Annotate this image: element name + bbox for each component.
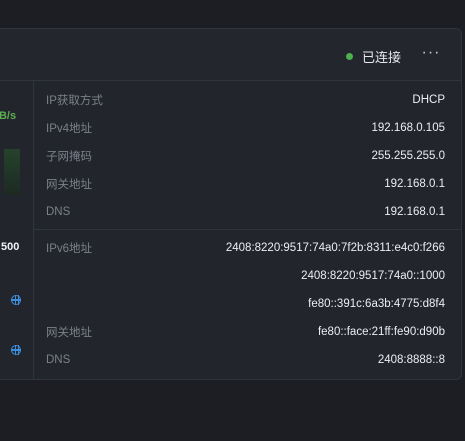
connection-status-label: 已连接: [361, 50, 401, 65]
ipv6-address-row: 2408:8220:9517:74a0::1000: [46, 266, 445, 286]
speed-unit-label: KB/s: [0, 110, 17, 122]
ipv4-address-value: 192.168.0.105: [371, 122, 445, 134]
speed-bar: [4, 149, 20, 195]
ipv6-dns-row: DNS 2408:8888::8: [46, 350, 445, 370]
ip-method-value: DHCP: [412, 94, 445, 106]
ipv6-address-value: fe80::391c:6a3b:4775:d8f4: [308, 298, 445, 310]
ipv6-gateway-label: 网关地址: [46, 327, 92, 339]
ipv4-dns-value: 192.168.0.1: [384, 206, 445, 218]
ipv6-dns-label: DNS: [46, 354, 71, 366]
card-header: 已连接 ···: [0, 29, 461, 81]
ip-method-label: IP获取方式: [46, 95, 103, 107]
subnet-mask-row: 子网掩码 255.255.255.0: [46, 146, 445, 166]
section-divider: [34, 229, 461, 230]
subnet-mask-label: 子网掩码: [46, 151, 92, 163]
traffic-panel: KB/s 500: [0, 81, 34, 379]
ipv4-gateway-row: 网关地址 192.168.0.1: [46, 174, 445, 194]
ip-details-panel: IP获取方式 DHCP IPv4地址 192.168.0.105 子网掩码 25…: [34, 81, 461, 379]
ipv6-address-row: IPv6地址 2408:8220:9517:74a0:7f2b:8311:e4c…: [46, 238, 445, 258]
more-horizontal-icon: ···: [421, 44, 441, 61]
traffic-count: 500: [1, 241, 20, 253]
ipv6-gateway-value: fe80::face:21ff:fe90:d90b: [317, 326, 445, 338]
ip-method-row: IP获取方式 DHCP: [46, 90, 445, 110]
connection-status: 已连接: [345, 47, 401, 66]
ipv4-dns-label: DNS: [46, 206, 71, 218]
globe-icon[interactable]: [11, 295, 21, 305]
ipv6-address-value: 2408:8220:9517:74a0::1000: [301, 270, 445, 282]
ipv4-address-label: IPv4地址: [46, 123, 93, 135]
ipv4-address-row: IPv4地址 192.168.0.105: [46, 118, 445, 138]
ipv4-gateway-value: 192.168.0.1: [384, 178, 445, 190]
globe-icon[interactable]: [11, 345, 21, 355]
ipv4-dns-row: DNS 192.168.0.1: [46, 202, 445, 222]
network-status-card: 已连接 ··· KB/s 500 IP获取方式 DHCP IPv4地址 192.…: [0, 28, 462, 380]
ipv6-address-row: fe80::391c:6a3b:4775:d8f4: [46, 294, 445, 314]
more-options-button[interactable]: ···: [421, 42, 441, 64]
ipv6-address-value: 2408:8220:9517:74a0:7f2b:8311:e4c0:f266: [225, 242, 445, 254]
ipv4-gateway-label: 网关地址: [46, 179, 92, 191]
connected-status-dot: [345, 53, 353, 60]
ipv6-dns-value: 2408:8888::8: [377, 354, 445, 366]
ipv6-gateway-row: 网关地址 fe80::face:21ff:fe90:d90b: [46, 322, 445, 342]
subnet-mask-value: 255.255.255.0: [371, 150, 445, 162]
ipv6-address-label: IPv6地址: [46, 243, 93, 255]
viewport: 已连接 ··· KB/s 500 IP获取方式 DHCP IPv4地址 192.…: [0, 0, 465, 441]
